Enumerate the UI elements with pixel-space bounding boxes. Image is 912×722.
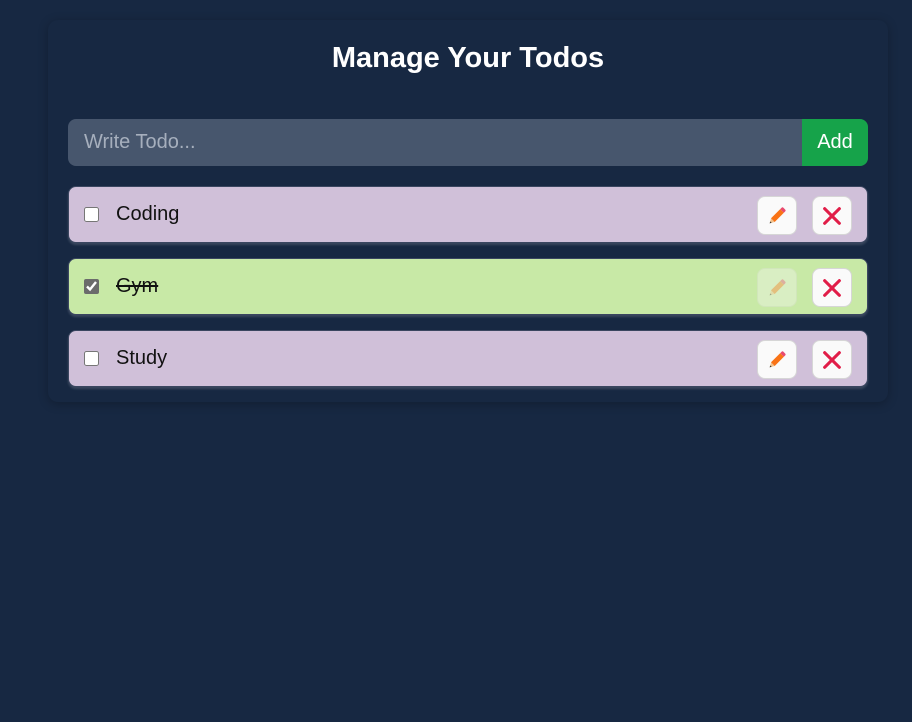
todo-input[interactable]	[68, 119, 802, 166]
pencil-icon	[769, 206, 786, 223]
todo-item: Gym	[68, 258, 868, 315]
pencil-icon	[769, 278, 786, 295]
todo-checkbox[interactable]	[84, 351, 99, 366]
close-icon	[823, 350, 841, 369]
delete-button[interactable]	[812, 340, 852, 379]
pencil-icon	[769, 350, 786, 367]
delete-button[interactable]	[812, 268, 852, 307]
page-title: Manage Your Todos	[331, 42, 605, 74]
add-todo-form: Add	[68, 119, 868, 166]
todo-text: Study	[116, 347, 168, 369]
close-icon	[823, 278, 841, 297]
edit-button[interactable]	[757, 268, 797, 307]
edit-button[interactable]	[757, 196, 797, 235]
todo-text: Coding	[116, 203, 180, 225]
edit-button[interactable]	[757, 340, 797, 379]
close-icon	[823, 206, 841, 225]
delete-button[interactable]	[812, 196, 852, 235]
todo-item: Study	[68, 330, 868, 387]
todo-item: Coding	[68, 186, 868, 243]
todo-checkbox[interactable]	[84, 279, 99, 294]
todo-checkbox[interactable]	[84, 207, 99, 222]
todo-card: Manage Your Todos Add Coding	[48, 20, 888, 402]
todo-list: Coding Gym Study	[68, 186, 868, 402]
add-button[interactable]: Add	[802, 119, 868, 166]
todo-text: Gym	[116, 275, 159, 297]
